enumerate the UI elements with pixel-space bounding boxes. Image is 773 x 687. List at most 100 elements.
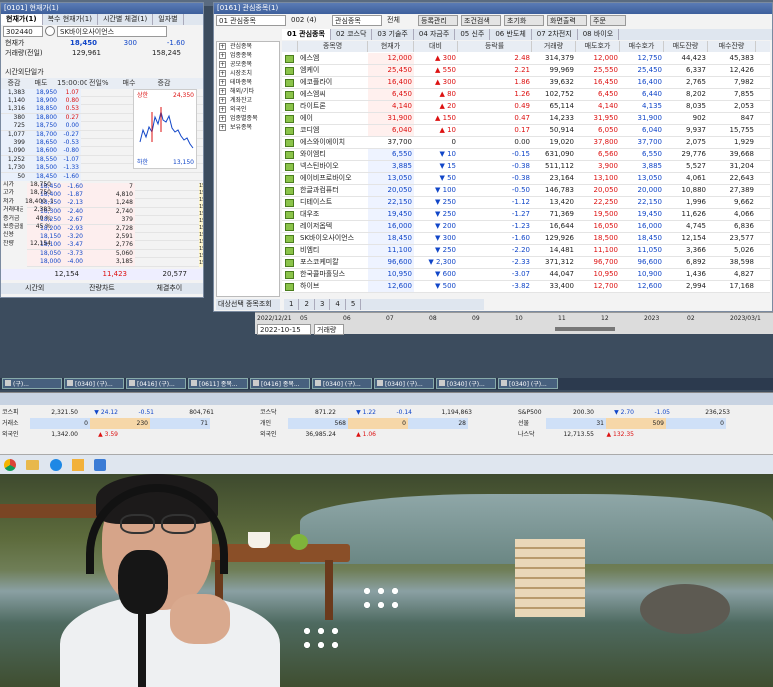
stock-icon bbox=[282, 89, 298, 100]
tab-time-trades[interactable]: 시간별 체결(1) bbox=[97, 14, 154, 25]
watch-tab[interactable]: 06 반도체 bbox=[490, 29, 532, 40]
watch-tab[interactable]: 08 바이오 bbox=[577, 29, 620, 40]
chart-icon bbox=[284, 174, 294, 183]
timeline-slider[interactable] bbox=[555, 327, 615, 331]
tree-label: 관심종목 bbox=[230, 43, 253, 50]
app-icon[interactable] bbox=[94, 459, 106, 471]
stock-code-input[interactable]: 302440 bbox=[3, 26, 43, 37]
reset-button[interactable]: 초기화 bbox=[504, 15, 544, 26]
table-row[interactable]: 에스엠씨 6,450 ▲ 80 1.26 102,752 6,450 6,440 8,202 7… bbox=[282, 89, 770, 101]
table-row[interactable]: 에스엠 12,000 ▲ 300 2.48 314,379 12,000 12,750 44,… bbox=[282, 53, 770, 65]
ticker-rate: -0.14 bbox=[396, 409, 412, 416]
table-row[interactable]: 레이저옵텍 16,000 ▼ 200 -1.23 16,644 16,050 16,000 4… bbox=[282, 221, 770, 233]
register-button[interactable]: 등록관리 bbox=[418, 15, 458, 26]
minimized-window[interactable]: [0340] (구)... bbox=[436, 378, 496, 389]
bottom-tab[interactable]: 5 bbox=[345, 299, 362, 310]
bottom-tab[interactable]: 1 bbox=[284, 299, 300, 310]
minimized-window[interactable]: [0340] (구)... bbox=[374, 378, 434, 389]
tree-item[interactable]: + 보유종목 bbox=[217, 123, 279, 132]
tree-item[interactable]: + 시장조치 bbox=[217, 69, 279, 78]
change-cell: ▼ 500 bbox=[435, 282, 456, 290]
table-row[interactable]: 하이브 12,600 ▼ 500 -3.82 33,400 12,700 12,600 2,9… bbox=[282, 281, 770, 293]
timeline-bar[interactable]: 2022/12/21 05 06 07 08 09 10 11 12 2023 02 2023/03/… bbox=[255, 312, 773, 335]
table-row[interactable]: 넥스틴바이오 3,885 ▼ 15 -0.38 511,112 3,900 3,885 5,5… bbox=[282, 161, 770, 173]
ticker-points: 36,985.24 bbox=[305, 431, 336, 438]
search-icon[interactable] bbox=[45, 26, 55, 36]
minimized-window[interactable]: [0340] (구)... bbox=[312, 378, 372, 389]
date-input[interactable]: 2022-10-15 bbox=[257, 324, 311, 335]
order-button[interactable]: 주문 bbox=[590, 15, 626, 26]
book-stack bbox=[515, 539, 585, 617]
footer-after-hours[interactable]: 시간외 bbox=[1, 283, 68, 294]
window-icon bbox=[377, 380, 383, 386]
tree-item[interactable]: + 계좌잔고 bbox=[217, 96, 279, 105]
table-row[interactable]: 엠케이 25,450 ▲ 550 2.21 99,969 25,550 25,450 6,33… bbox=[282, 65, 770, 77]
timeline-label: 2022/12/21 bbox=[257, 315, 292, 322]
mode-select[interactable]: 거래량 bbox=[314, 324, 344, 335]
footer-volume-chart[interactable]: 잔량차트 bbox=[68, 283, 135, 294]
table-row[interactable]: SK바이오사이언스 18,450 ▼ 300 -1.60 129,926 18,500 18… bbox=[282, 233, 770, 245]
condition-button[interactable]: 조건검색 bbox=[461, 15, 501, 26]
minimized-window[interactable]: (구)... bbox=[2, 378, 62, 389]
watch-tab[interactable]: 04 자금주 bbox=[413, 29, 456, 40]
minimized-window[interactable]: [0416] (구)... bbox=[126, 378, 186, 389]
tab-multi-price[interactable]: 복수 현재가(1) bbox=[42, 14, 98, 25]
table-row[interactable]: 비엠티 11,100 ▼ 250 -2.20 14,481 11,100 11,050 3,3… bbox=[282, 245, 770, 257]
table-row[interactable]: 에코플라이 16,400 ▲ 300 1.86 39,632 16,450 16,400 2,… bbox=[282, 77, 770, 89]
tab-current-price[interactable]: 현재가(1) bbox=[1, 14, 43, 25]
watch-tab[interactable]: 03 기술주 bbox=[372, 29, 414, 40]
table-row[interactable]: 에스와이에이치 37,700 0 0.00 19,020 37,800 37,700 2,07… bbox=[282, 137, 770, 149]
ticker-row: 개인 568 0 28 bbox=[258, 418, 512, 429]
watchlist-window: [0161] 관심종목(1) 01 관심종목 002 (4) 관심종목 전체 등… bbox=[213, 2, 773, 312]
bottom-tab[interactable]: 2 bbox=[299, 299, 315, 310]
change-cell: ▼ 300 bbox=[435, 234, 456, 242]
minimized-window[interactable]: [0340] (구)... bbox=[498, 378, 558, 389]
tree-item[interactable]: + 관심종목 bbox=[217, 42, 279, 51]
minimized-window[interactable]: [0611] 종목... bbox=[188, 378, 248, 389]
minimized-window[interactable]: [0416] 종목... bbox=[250, 378, 310, 389]
toolbar-all[interactable]: 전체 bbox=[385, 15, 415, 26]
ask-volume: 1,140 bbox=[1, 96, 27, 105]
bottom-tab[interactable]: 4 bbox=[330, 299, 346, 310]
info-label: 보증금률 bbox=[3, 222, 23, 230]
side-time: 15:24 bbox=[199, 211, 203, 217]
table-row[interactable]: 한글과컴퓨터 20,050 ▼ 100 -0.50 146,783 20,050 20,00… bbox=[282, 185, 770, 197]
bottom-tab[interactable]: 3 bbox=[314, 299, 331, 310]
table-row[interactable]: 라이트론 4,140 ▲ 20 0.49 65,114 4,140 4,135 8,035 2,… bbox=[282, 101, 770, 113]
table-row[interactable]: 에이비프로바이오 13,050 ▼ 50 -0.38 23,164 13,100 13,05… bbox=[282, 173, 770, 185]
tree-item[interactable]: + 업종별종목 bbox=[217, 114, 279, 123]
minimized-window[interactable]: [0340] (구)... bbox=[64, 378, 124, 389]
tree-item[interactable]: + 해외/기타 bbox=[217, 87, 279, 96]
explorer-icon[interactable] bbox=[72, 459, 84, 471]
folder-icon[interactable] bbox=[26, 460, 39, 470]
chrome-icon[interactable] bbox=[4, 459, 16, 471]
table-row[interactable]: 에이 31,900 ▲ 150 0.47 14,233 31,950 31,900 902 84… bbox=[282, 113, 770, 125]
table-row[interactable]: 와이엠티 6,550 ▼ 10 -0.15 631,090 6,560 6,550 29,77… bbox=[282, 149, 770, 161]
table-row[interactable]: 한국콜마홀딩스 10,950 ▼ 600 -3.07 44,047 10,950 10,90… bbox=[282, 269, 770, 281]
watch-tab[interactable]: 07 2차전지 bbox=[531, 29, 578, 40]
table-row[interactable]: 포스코케미칼 96,600 ▼ 2,300 -2.33 371,312 96,700 96,… bbox=[282, 257, 770, 269]
chart-icon bbox=[284, 186, 294, 195]
tree-item[interactable]: + 공모종목 bbox=[217, 60, 279, 69]
toolbar-select[interactable]: 관심종목 bbox=[332, 15, 382, 26]
watch-tab[interactable]: 02 코스닥 bbox=[330, 29, 373, 40]
tree-item[interactable]: + 외국인 bbox=[217, 105, 279, 114]
window-label: [0340] (구)... bbox=[75, 381, 113, 388]
tree-item[interactable]: + 테마종목 bbox=[217, 78, 279, 87]
watch-tab[interactable]: 05 신주 bbox=[455, 29, 491, 40]
table-row[interactable]: 대우조 19,450 ▼ 250 -1.27 71,369 19,500 19,450 11,… bbox=[282, 209, 770, 221]
ask-volume: 1,383 bbox=[1, 88, 27, 97]
watch-tab[interactable]: 01 관심종목 bbox=[282, 29, 331, 40]
table-row[interactable]: 디테이스트 22,150 ▼ 250 -1.12 13,420 22,250 22,150 1… bbox=[282, 197, 770, 209]
table-row[interactable]: 코디엠 6,040 ▲ 10 0.17 50,914 6,050 6,040 9,937 15,… bbox=[282, 125, 770, 137]
tree-footer[interactable]: 대상선택 종목조회 bbox=[216, 299, 280, 310]
side-time: 15:25 bbox=[199, 204, 203, 210]
tree-item[interactable]: + 업종종목 bbox=[217, 51, 279, 60]
tab-daily[interactable]: 일자별 bbox=[153, 14, 184, 25]
group-select[interactable]: 01 관심종목 bbox=[216, 15, 286, 26]
print-button[interactable]: 화면출력 bbox=[547, 15, 587, 26]
bid-volume: 1,248 bbox=[85, 199, 135, 208]
footer-trend[interactable]: 체결추이 bbox=[136, 283, 203, 294]
browser-icon[interactable] bbox=[50, 459, 62, 471]
ask-volume: 1,316 bbox=[1, 105, 27, 114]
